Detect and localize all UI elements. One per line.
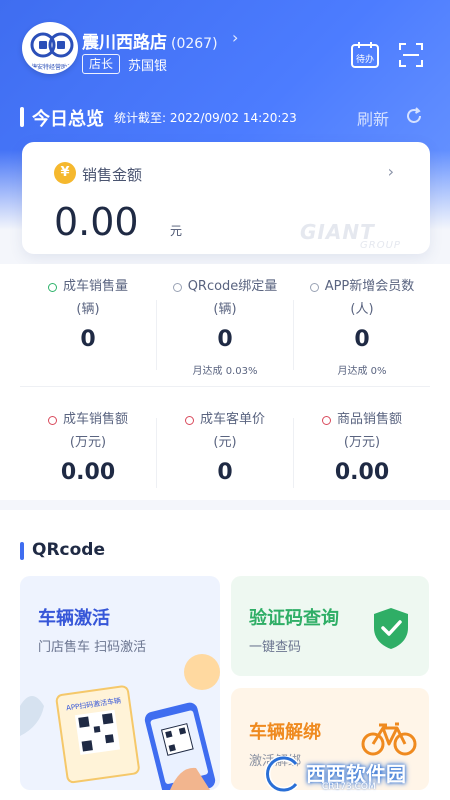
stat-unit: (人) [350,302,374,317]
sun-decoration [184,654,220,690]
stat-label: 成车销售额 [62,412,128,427]
sales-unit: 元 [170,224,183,238]
qrcode-section-title: QRcode [32,540,105,560]
todo-button[interactable]: 待办 [350,40,380,70]
stat-value: 0 [354,327,370,352]
stat-label: 成车销售量 [62,279,128,294]
status-dot [309,282,319,292]
user-name: 苏国银 [128,59,168,74]
status-dot [47,415,57,425]
stat-value: 0 [80,327,96,352]
stat-label: APP新增会员数 [324,279,415,294]
stat-label: 成车客单价 [199,412,265,427]
divider [20,386,430,387]
store-name-text: 震川西路店 [82,33,167,53]
logo-icon [30,32,74,58]
stat-time: 统计截至: 2022/09/02 14:20:23 [114,111,297,125]
stat-monthly-progress: 月达成 0.03% [192,366,258,377]
chevron-right-icon[interactable]: › [388,162,394,181]
activate-title: 车辆激活 [38,608,110,629]
vehicle-activate-card[interactable]: 车辆激活 门店售车 扫码激活 APP扫码激活车辆 [20,576,220,790]
stat-value: 0 [217,327,233,352]
status-dot [47,282,57,292]
verify-subtitle: 一键查码 [249,640,302,655]
logo-text: 捷安特经营助手 [30,64,73,71]
stat-monthly-progress: 月达成 0% [337,366,387,377]
leaf-decoration [20,696,44,736]
store-code: (0267) [171,36,218,52]
refresh-button[interactable]: 刷新 [357,106,389,130]
brand-watermark: GIANT GROUP [300,220,420,251]
divider [293,418,294,488]
section-marker [20,107,24,127]
app-logo: 捷安特经营助手 [22,22,78,74]
sales-label: 销售金额 [82,166,143,184]
top-bar: 捷安特经营助手 震川西路店 (0267) › 店长 苏国银 待办 [0,0,450,92]
calendar-icon: 待办 [351,42,379,68]
stat-unit: (万元) [69,435,107,450]
sales-value: 0.00 [54,200,139,244]
stat-label: QRcode绑定量 [187,279,278,294]
stat-value: 0.00 [334,460,390,485]
stat-value: 0.00 [60,460,116,485]
overview-header: 今日总览 统计截至: 2022/09/02 14:20:23 刷新 [20,104,430,130]
verify-title: 验证码查询 [249,608,339,629]
section-marker [20,542,24,560]
refresh-icon[interactable] [404,106,424,126]
shield-check-icon [374,608,408,649]
qr-card-illustration: APP扫码激活车辆 [55,685,140,784]
stat-unit: (万元) [343,435,381,450]
chevron-right-icon[interactable]: › [232,28,238,47]
status-dot [321,415,331,425]
overview-title: 今日总览 [32,109,104,130]
brand-sub: GROUP [360,240,401,251]
watermark-logo-icon [264,756,299,792]
divider [156,300,157,370]
stat-unit: (元) [213,435,237,450]
stat-qrcode-bind-count[interactable]: QRcode绑定量 (辆) 0 月达成 0.03% [157,278,293,388]
store-name[interactable]: 震川西路店 (0267) [82,28,218,53]
stat-unit: (辆) [76,302,100,317]
watermark-url: CR173.COM [322,782,376,792]
stat-avg-order-price[interactable]: 成车客单价 (元) 0 [157,411,293,521]
todo-label: 待办 [356,53,374,65]
stat-value: 0 [217,460,233,485]
yen-icon: ¥ [54,162,76,184]
scan-button[interactable] [398,42,424,68]
status-dot [172,282,182,292]
divider [293,300,294,370]
bicycle-icon [361,722,417,756]
status-dot [184,415,194,425]
stat-bike-sales-count[interactable]: 成车销售量 (辆) 0 [20,278,156,388]
sales-amount-card[interactable]: ¥ 销售金额 › 0.00 元 GIANT GROUP [22,142,430,254]
role-badge: 店长 [82,54,121,74]
stat-app-new-members[interactable]: APP新增会员数 (人) 0 月达成 0% [294,278,430,388]
scan-phone-illustration: APP扫码激活车辆 [20,654,220,790]
stat-goods-sales-amount[interactable]: 商品销售额 (万元) 0.00 [294,411,430,521]
site-watermark: 西西软件园 CR173.COM [262,752,450,796]
verify-code-card[interactable]: 验证码查询 一键查码 [231,576,429,676]
scan-icon [399,43,423,67]
stat-bike-sales-amount[interactable]: 成车销售额 (万元) 0.00 [20,411,156,521]
stat-label: 商品销售额 [336,412,402,427]
divider [156,418,157,488]
unbind-title: 车辆解绑 [249,722,321,743]
stat-unit: (辆) [213,302,237,317]
